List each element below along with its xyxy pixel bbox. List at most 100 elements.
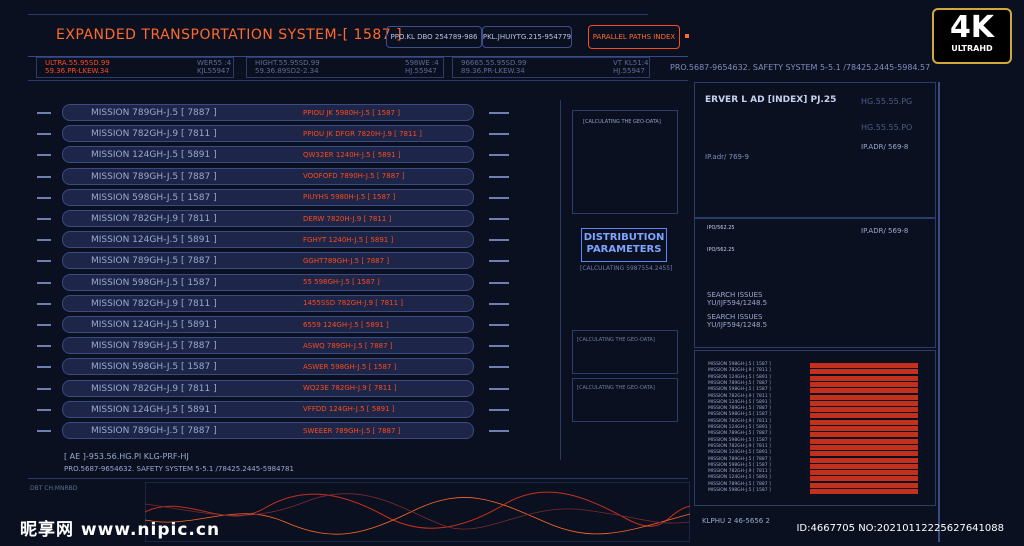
row-connector-left xyxy=(37,133,51,136)
mission-value: ASWER 598GH-J.5 [ 1587 ] xyxy=(303,362,397,371)
right-mission-row[interactable]: MISSION 782GH-J.9 [ 7811 ] xyxy=(708,419,918,425)
right-mission-label: MISSION 782GH-J.9 [ 7811 ] xyxy=(708,443,771,449)
mission-row[interactable]: MISSION 124GH-J.5 [ 5891 ] FGHYT 1240H-J.… xyxy=(37,231,509,249)
mission-value: FGHYT 1240H-J.5 [ 5891 ] xyxy=(303,235,394,244)
right-mission-label: MISSION 598GH-J.5 [ 1587 ] xyxy=(708,412,771,418)
mission-label: MISSION 598GH-J.5 [ 1587 ] xyxy=(91,277,217,288)
right-mission-label: MISSION 124GH-J.5 [ 5891 ] xyxy=(708,450,771,456)
right-mission-label: MISSION 598GH-J.5 [ 1587 ] xyxy=(708,462,771,468)
row-connector-left xyxy=(37,196,51,199)
right-mission-row[interactable]: MISSION 598GH-J.5 [ 1587 ] xyxy=(708,463,918,469)
row-connector-left xyxy=(37,260,51,263)
waveform-line-1 xyxy=(145,491,690,529)
mission-label: MISSION 124GH-J.5 [ 5891 ] xyxy=(91,150,217,161)
row-connector-left xyxy=(37,239,51,242)
search-issues-1: SEARCH ISSUES xyxy=(707,291,763,299)
right-mission-bar xyxy=(810,476,918,482)
mission-value: PPIOU JK DFGR 7820H-J.9 [ 7811 ] xyxy=(303,129,422,138)
right-mission-row[interactable]: MISSION 789GH-J.5 [ 7887 ] xyxy=(708,482,918,488)
right-mission-label: MISSION 782GH-J.9 [ 7811 ] xyxy=(708,368,771,374)
ultra-hd-logo: 4K ULTRAHD xyxy=(932,8,1012,64)
mission-row[interactable]: MISSION 789GH-J.5 [ 7887 ] ASWQ 789GH-J.5… xyxy=(37,337,509,355)
server-panel: ERVER L AD [INDEX] PJ.25 HG.55.55.PG HG.… xyxy=(694,82,936,218)
geo-calc-1: [CALCULATING THE GEO-DATA] xyxy=(583,119,661,125)
right-mission-bar xyxy=(810,457,918,463)
row-connector-right xyxy=(489,175,509,178)
right-mission-bar xyxy=(810,438,918,444)
mission-row[interactable]: MISSION 782GH-J.9 [ 7811 ] PPIOU JK DFGR … xyxy=(37,125,509,143)
parallel-paths-button[interactable]: PARALLEL PATHS INDEX xyxy=(588,25,680,49)
mission-value: PIUYHS 5980H-J.5 [ 1587 ] xyxy=(303,193,396,202)
right-mission-row[interactable]: MISSION 782GH-J.9 [ 7811 ] xyxy=(708,394,918,400)
right-mission-row[interactable]: MISSION 598GH-J.5 [ 1587 ] xyxy=(708,438,918,444)
mission-label: MISSION 789GH-J.5 [ 7887 ] xyxy=(91,171,217,182)
right-mission-label: MISSION 789GH-J.5 [ 7887 ] xyxy=(708,406,771,412)
mission-row[interactable]: MISSION 124GH-J.5 [ 5891 ] QW32ER 1240H-J… xyxy=(37,146,509,164)
mission-row[interactable]: MISSION 598GH-J.5 [ 1587 ] 55 598GH-J.5 [… xyxy=(37,273,509,291)
row-connector-right xyxy=(489,430,509,432)
waveform-line-3 xyxy=(145,493,690,530)
right-mission-row[interactable]: MISSION 598GH-J.5 [ 1587 ] xyxy=(708,412,918,419)
frame-stats-divider xyxy=(28,80,688,81)
right-mission-row[interactable]: MISSION 789GH-J.5 [ 7887 ] xyxy=(708,457,918,463)
mission-row[interactable]: MISSION 598GH-J.5 [ 1587 ] PIUYHS 5980H-J… xyxy=(37,188,509,206)
page-title: EXPANDED TRANSPORTATION SYSTEM-[ 1587 ] xyxy=(56,27,403,43)
right-mission-bar xyxy=(810,388,918,394)
right-mission-bar xyxy=(810,470,918,476)
row-connector-left xyxy=(37,408,51,411)
mission-row[interactable]: MISSION 782GH-J.9 [ 7811 ] 1455SSD 782GH-… xyxy=(37,294,509,312)
right-mission-row[interactable]: MISSION 789GH-J.5 [ 7887 ] xyxy=(708,381,918,387)
right-mission-row[interactable]: MISSION 782GH-J.9 [ 7811 ] xyxy=(708,444,918,450)
mission-row[interactable]: MISSION 598GH-J.5 [ 1587 ] ASWER 598GH-J.… xyxy=(37,358,509,376)
right-mission-bar xyxy=(810,432,918,438)
right-mission-row[interactable]: MISSION 782GH-J.9 [ 7811 ] xyxy=(708,368,918,375)
row-connector-left xyxy=(37,154,51,157)
mission-row[interactable]: MISSION 789GH-J.5 [ 7887 ] GGHT789GH-J.5 … xyxy=(37,252,509,270)
mission-value: QW32ER 1240H-J.5 [ 5891 ] xyxy=(303,150,401,159)
row-connector-right xyxy=(489,345,509,348)
frame-top-line xyxy=(28,14,648,15)
header-pill-2[interactable]: PKL.JHUIYTG.215-954779 xyxy=(482,26,572,48)
right-mission-row[interactable]: MISSION 789GH-J.5 [ 7887 ] xyxy=(708,431,918,438)
right-mission-row[interactable]: MISSION 124GH-J.5 [ 5891 ] xyxy=(708,400,918,406)
row-connector-left xyxy=(37,366,51,369)
parallel-paths-label: PARALLEL PATHS INDEX xyxy=(592,33,676,41)
right-mission-label: MISSION 598GH-J.5 [ 1587 ] xyxy=(708,437,771,443)
server-load-text: ERVER L AD [INDEX] PJ.25 xyxy=(705,95,837,105)
row-connector-right xyxy=(489,281,509,284)
right-scroll-rail[interactable] xyxy=(938,82,940,542)
row-connector-right xyxy=(489,239,509,242)
stat-panel-3: 96665.55.95SD.99 89.36.PR-LKEW.34 VT KL5… xyxy=(452,57,650,78)
right-mission-row[interactable]: MISSION 124GH-J.5 [ 5891 ] xyxy=(708,450,918,457)
mission-row[interactable]: MISSION 782GH-J.9 [ 7811 ] WQ23E 782GH-J.… xyxy=(37,379,509,397)
right-mission-bar xyxy=(810,363,918,368)
row-connector-right xyxy=(489,133,509,136)
stat-3-d: HJ.55947 xyxy=(613,67,645,75)
mission-row[interactable]: MISSION 782GH-J.9 [ 7811 ] DERW 7820H-J.9… xyxy=(37,210,509,227)
right-mission-row[interactable]: MISSION 124GH-J.5 [ 5891 ] xyxy=(708,375,918,381)
mission-row[interactable]: MISSION 124GH-J.5 [ 5891 ] 6559 124GH-J.5… xyxy=(37,316,509,333)
row-connector-left xyxy=(37,302,51,305)
dist-sub: [CALCULATING 5987554.2455] xyxy=(580,265,673,272)
mission-row[interactable]: MISSION 124GH-J.5 [ 5891 ] VFFDD 124GH-J.… xyxy=(37,400,509,418)
right-mission-row[interactable]: MISSION 124GH-J.5 [ 5891 ] xyxy=(708,475,918,482)
right-mission-label: MISSION 782GH-J.9 [ 7811 ] xyxy=(708,393,771,399)
stat-2-b: 59.36.89SD2-2.34 xyxy=(255,67,319,75)
mission-row[interactable]: MISSION 789GH-J.5 [ 7887 ] VOOFOFD 7890H-… xyxy=(37,167,509,185)
mission-label: MISSION 789GH-J.5 [ 7887 ] xyxy=(91,256,217,267)
logo-ultrahd-text: ULTRAHD xyxy=(951,44,993,53)
row-connector-right xyxy=(489,387,509,390)
right-mission-row[interactable]: MISSION 598GH-J.5 [ 1587 ] xyxy=(708,488,918,494)
right-mission-bar xyxy=(810,489,918,494)
row-connector-left xyxy=(37,281,51,284)
row-connector-right xyxy=(489,408,509,411)
mission-row[interactable]: MISSION 789GH-J.5 [ 7887 ] SWEEER 789GH-J… xyxy=(37,422,509,439)
ipo-text-1: IPO/562.25 xyxy=(707,225,735,231)
right-mission-label: MISSION 789GH-J.5 [ 7887 ] xyxy=(708,456,771,462)
right-mission-row[interactable]: MISSION 598GH-J.5 [ 1587 ] xyxy=(708,387,918,394)
search-issues-2: SEARCH ISSUES xyxy=(707,313,763,321)
right-mission-bar xyxy=(810,482,918,488)
header-pill-1[interactable]: PPO.KL DBO 254789-986 xyxy=(386,26,482,48)
mission-label: MISSION 124GH-J.5 [ 5891 ] xyxy=(91,320,217,330)
mission-row[interactable]: MISSION 789GH-J.5 [ 7887 ] PPIOU JK 5980H… xyxy=(37,104,509,121)
